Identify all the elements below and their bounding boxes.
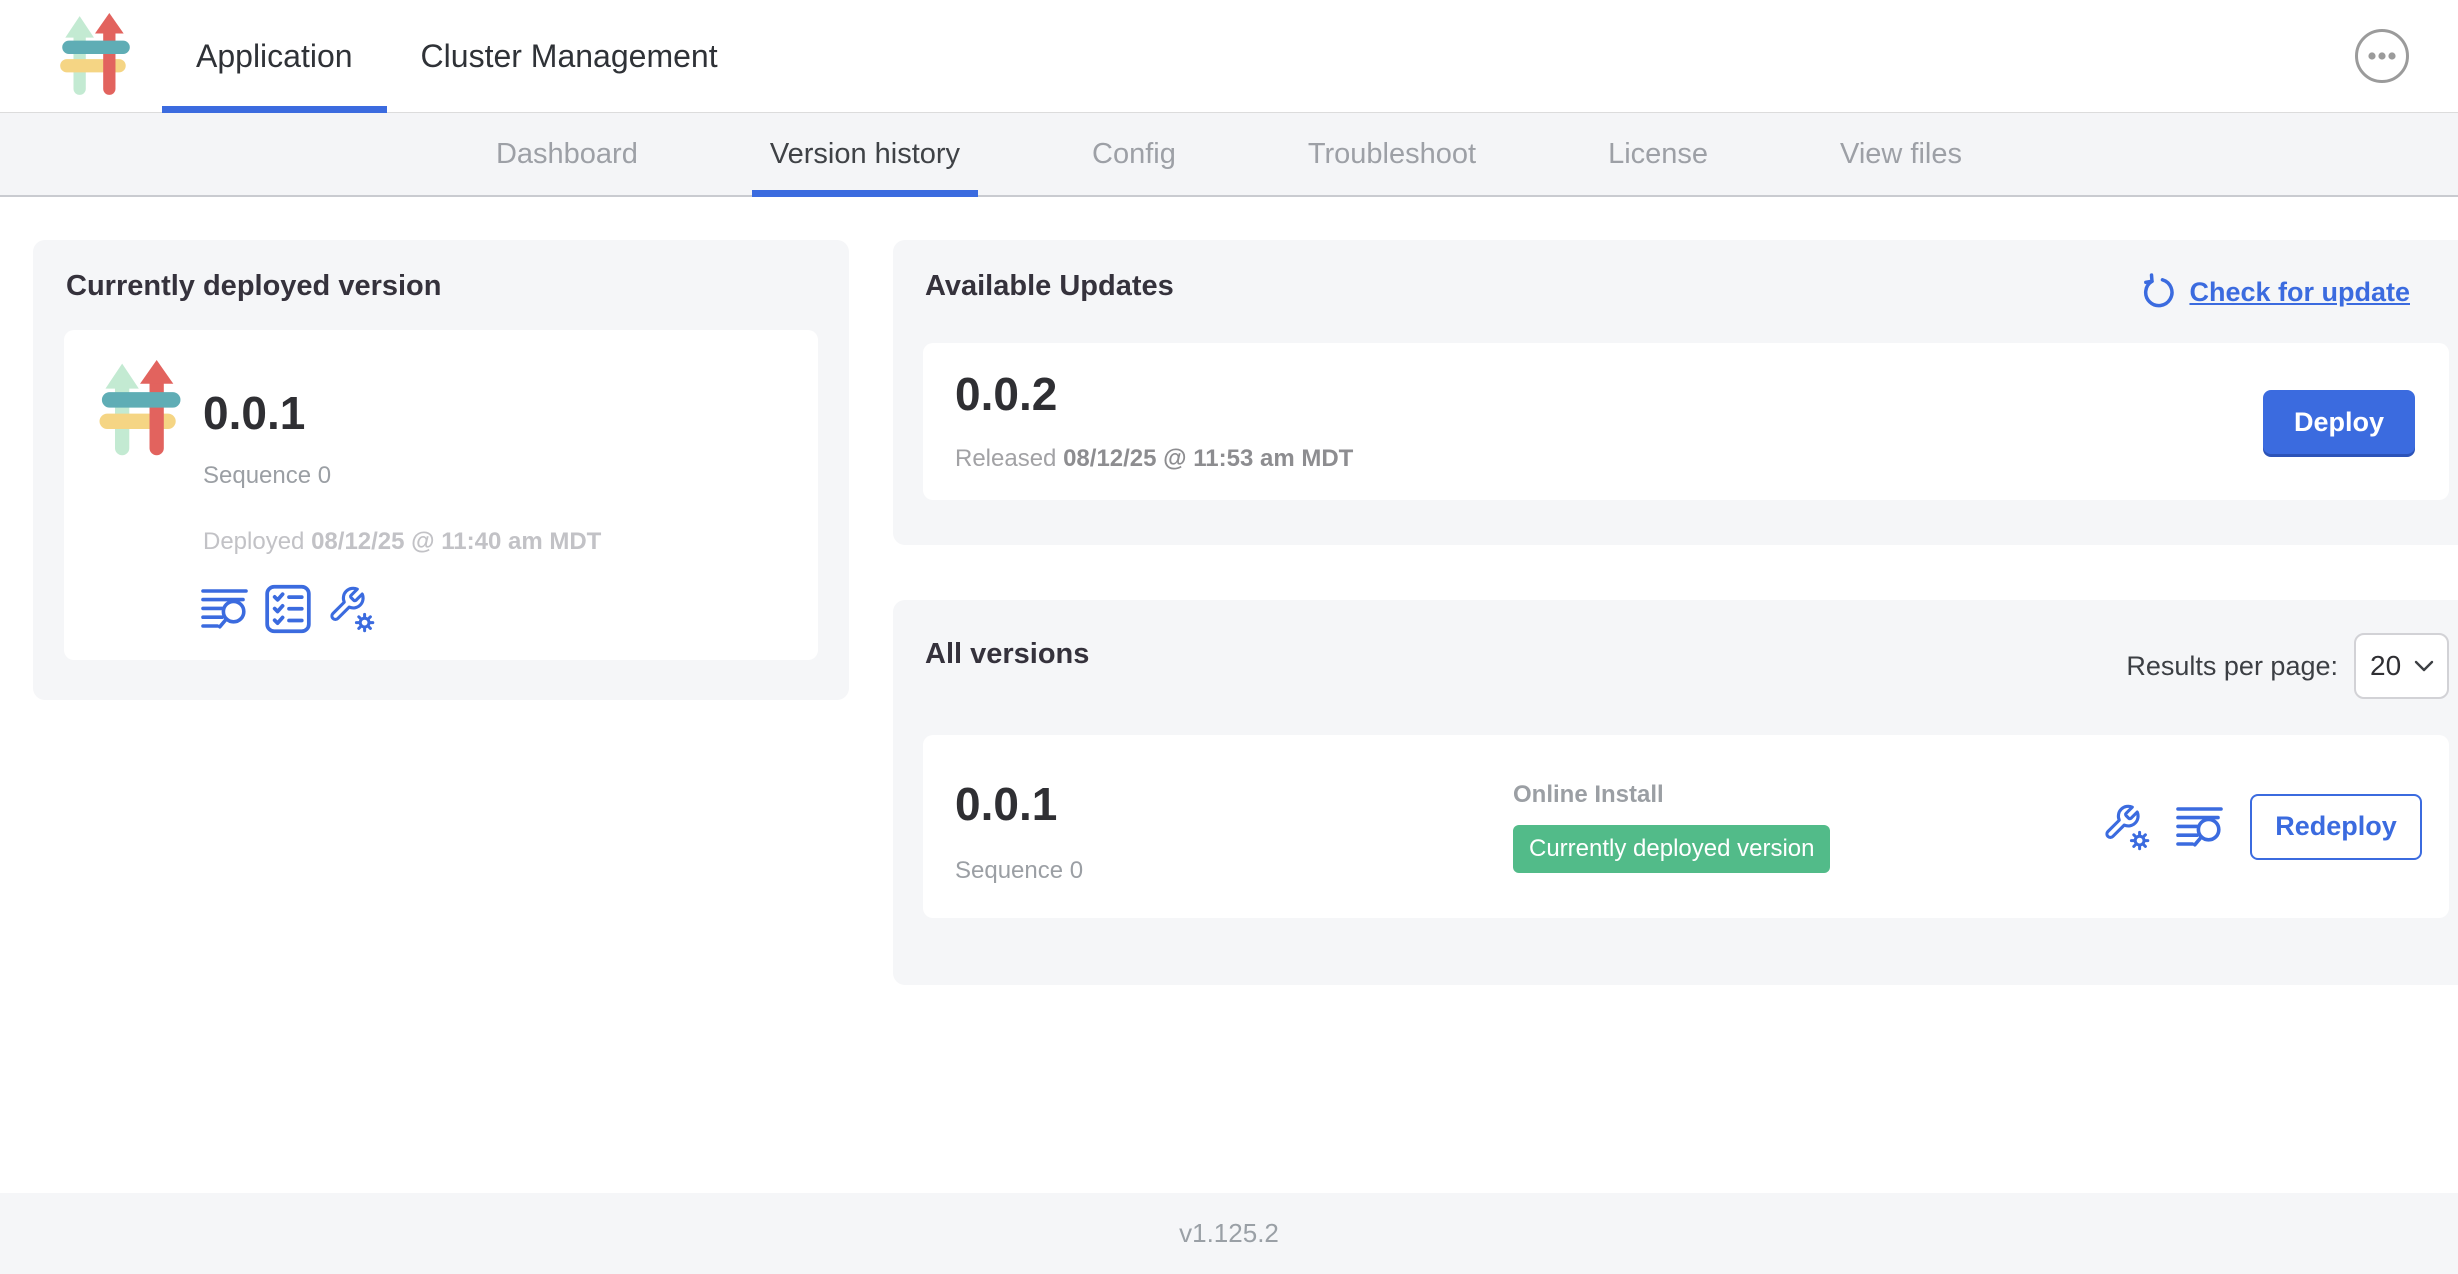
- app-header: Application Cluster Management: [0, 0, 2458, 113]
- footer-version: v1.125.2: [1179, 1218, 1279, 1249]
- subnav-tab-label: View files: [1840, 138, 1962, 171]
- row-install-type: Online Install: [1513, 781, 1664, 809]
- results-per-page-select[interactable]: 20: [2354, 633, 2449, 699]
- subnav-tab-troubleshoot[interactable]: Troubleshoot: [1290, 113, 1494, 195]
- update-released-timestamp: Released 08/12/25 @ 11:53 am MDT: [955, 445, 1353, 473]
- subnav-tab-config[interactable]: Config: [1074, 113, 1194, 195]
- preflight-checks-icon[interactable]: [265, 584, 311, 634]
- deployed-actions: [201, 584, 375, 634]
- available-updates-section: Available Updates Check for update 0.0.2…: [893, 240, 2458, 545]
- status-badge: Currently deployed version: [1513, 825, 1830, 873]
- update-version-number: 0.0.2: [955, 367, 1057, 421]
- release-notes-icon[interactable]: [201, 588, 249, 630]
- deployed-version-panel: 0.0.1 Sequence 0 Deployed 08/12/25 @ 11:…: [64, 330, 818, 660]
- subnav-tab-label: Troubleshoot: [1308, 138, 1476, 171]
- deployed-card-title: Currently deployed version: [66, 270, 442, 303]
- all-versions-title: All versions: [925, 638, 1089, 671]
- config-icon[interactable]: [327, 585, 375, 633]
- available-updates-title: Available Updates: [925, 270, 1174, 303]
- header-tab-label: Application: [196, 38, 353, 75]
- released-prefix: Released: [955, 445, 1063, 472]
- redeploy-button[interactable]: Redeploy: [2250, 794, 2422, 860]
- results-per-page-label: Results per page:: [2126, 651, 2338, 682]
- subnav-tab-license[interactable]: License: [1590, 113, 1726, 195]
- header-tab-label: Cluster Management: [421, 38, 718, 75]
- released-date: 08/12/25 @ 11:53 am MDT: [1063, 445, 1353, 472]
- header-tabs: Application Cluster Management: [162, 0, 752, 113]
- row-version-number: 0.0.1: [955, 777, 1057, 831]
- header-tab-cluster-management[interactable]: Cluster Management: [387, 0, 752, 113]
- results-per-page-control: Results per page: 20: [2126, 633, 2449, 699]
- subnav-tab-label: Version history: [770, 138, 960, 171]
- deployed-prefix: Deployed: [203, 528, 311, 555]
- all-versions-section: All versions Results per page: 20 0.0.1 …: [893, 600, 2458, 985]
- subnav-tab-label: License: [1608, 138, 1708, 171]
- version-row: 0.0.1 Sequence 0 Online Install Currentl…: [923, 735, 2449, 918]
- subnav-tab-view-files[interactable]: View files: [1822, 113, 1980, 195]
- release-notes-icon[interactable]: [2176, 806, 2224, 848]
- chevron-down-icon: [2413, 659, 2435, 673]
- deployed-version-number: 0.0.1: [203, 388, 305, 439]
- deployed-sequence: Sequence 0: [203, 462, 331, 490]
- app-footer: v1.125.2: [0, 1193, 2458, 1274]
- check-for-update-label: Check for update: [2189, 277, 2410, 308]
- deployed-timestamp: Deployed 08/12/25 @ 11:40 am MDT: [203, 528, 601, 556]
- deploy-button[interactable]: Deploy: [2263, 390, 2415, 454]
- ellipsis-menu-icon[interactable]: [2354, 28, 2410, 84]
- app-subnav: Dashboard Version history Config Trouble…: [0, 113, 2458, 197]
- app-logo-icon: [95, 360, 185, 460]
- row-sequence: Sequence 0: [955, 857, 1083, 885]
- refresh-icon: [2139, 273, 2177, 311]
- config-icon[interactable]: [2102, 803, 2150, 851]
- subnav-tab-version-history[interactable]: Version history: [752, 113, 978, 195]
- kots-admin-console: Application Cluster Management Dashboard…: [0, 0, 2458, 1274]
- results-per-page-value: 20: [2370, 650, 2401, 682]
- header-tab-application[interactable]: Application: [162, 0, 387, 113]
- check-for-update-link[interactable]: Check for update: [2139, 273, 2410, 311]
- currently-deployed-card: Currently deployed version 0.0.1 Sequenc…: [33, 240, 849, 700]
- app-logo-icon: [56, 13, 134, 99]
- subnav-tab-label: Dashboard: [496, 138, 638, 171]
- update-card: 0.0.2 Released 08/12/25 @ 11:53 am MDT D…: [923, 343, 2449, 500]
- subnav-tab-dashboard[interactable]: Dashboard: [478, 113, 656, 195]
- subnav-tab-label: Config: [1092, 138, 1176, 171]
- main-content: Currently deployed version 0.0.1 Sequenc…: [0, 197, 2458, 1193]
- deployed-date: 08/12/25 @ 11:40 am MDT: [311, 528, 601, 555]
- row-actions: Redeploy: [2102, 735, 2422, 918]
